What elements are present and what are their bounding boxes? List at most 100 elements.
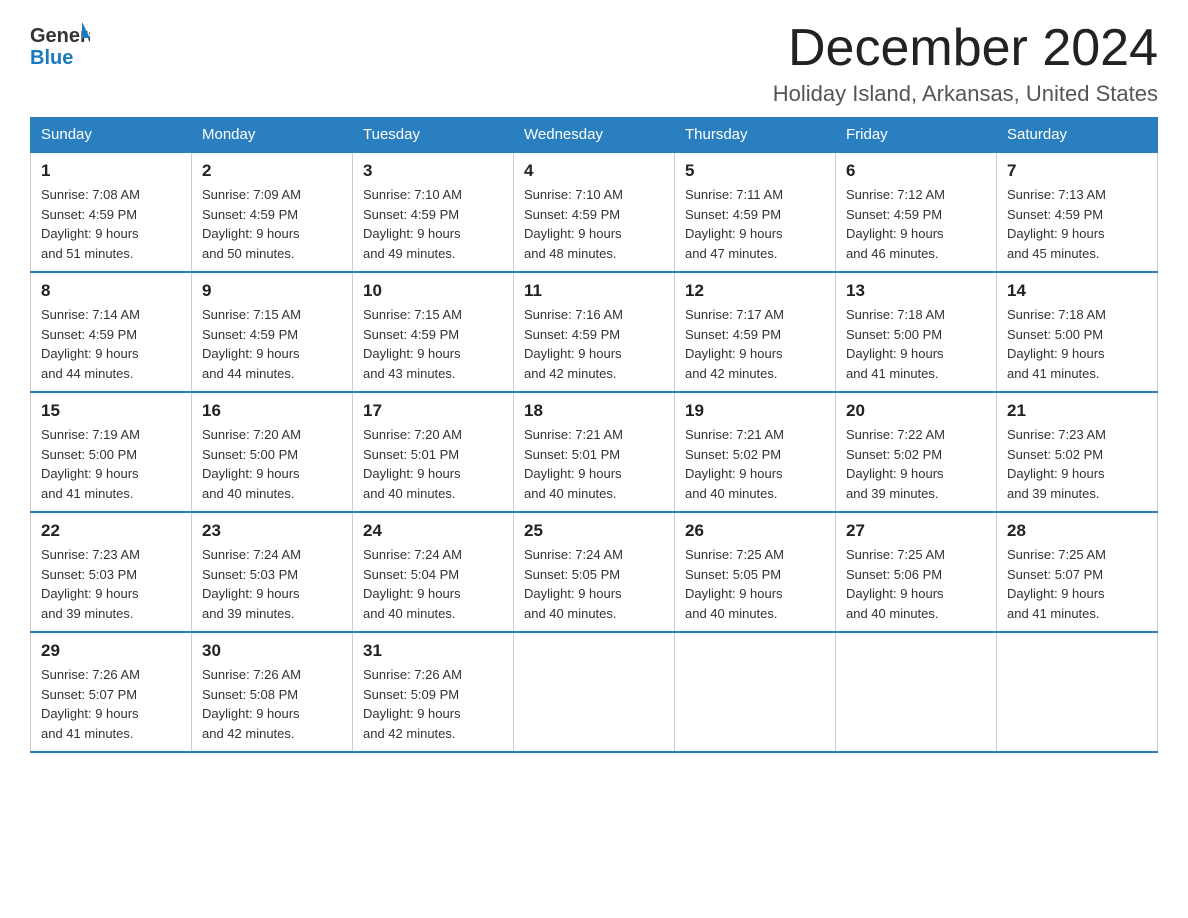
calendar-cell: 22 Sunrise: 7:23 AM Sunset: 5:03 PM Dayl… xyxy=(31,512,192,632)
day-number: 11 xyxy=(524,281,664,301)
day-info: Sunrise: 7:19 AM Sunset: 5:00 PM Dayligh… xyxy=(41,425,181,503)
day-number: 9 xyxy=(202,281,342,301)
day-number: 12 xyxy=(685,281,825,301)
day-number: 28 xyxy=(1007,521,1147,541)
svg-text:Blue: Blue xyxy=(30,47,73,69)
day-info: Sunrise: 7:09 AM Sunset: 4:59 PM Dayligh… xyxy=(202,185,342,263)
day-number: 3 xyxy=(363,161,503,181)
day-info: Sunrise: 7:25 AM Sunset: 5:07 PM Dayligh… xyxy=(1007,545,1147,623)
day-number: 1 xyxy=(41,161,181,181)
calendar-cell: 24 Sunrise: 7:24 AM Sunset: 5:04 PM Dayl… xyxy=(353,512,514,632)
day-info: Sunrise: 7:25 AM Sunset: 5:06 PM Dayligh… xyxy=(846,545,986,623)
calendar-cell: 9 Sunrise: 7:15 AM Sunset: 4:59 PM Dayli… xyxy=(192,272,353,392)
calendar-cell: 21 Sunrise: 7:23 AM Sunset: 5:02 PM Dayl… xyxy=(997,392,1158,512)
calendar-header-row: SundayMondayTuesdayWednesdayThursdayFrid… xyxy=(31,118,1158,153)
day-header-wednesday: Wednesday xyxy=(514,118,675,153)
calendar-cell xyxy=(675,632,836,752)
calendar-cell: 6 Sunrise: 7:12 AM Sunset: 4:59 PM Dayli… xyxy=(836,152,997,272)
day-info: Sunrise: 7:13 AM Sunset: 4:59 PM Dayligh… xyxy=(1007,185,1147,263)
header-right: December 2024 Holiday Island, Arkansas, … xyxy=(773,20,1158,107)
logo-icon: General Blue xyxy=(30,20,90,75)
day-number: 26 xyxy=(685,521,825,541)
calendar-cell: 27 Sunrise: 7:25 AM Sunset: 5:06 PM Dayl… xyxy=(836,512,997,632)
day-info: Sunrise: 7:26 AM Sunset: 5:07 PM Dayligh… xyxy=(41,665,181,743)
day-header-thursday: Thursday xyxy=(675,118,836,153)
calendar-cell: 2 Sunrise: 7:09 AM Sunset: 4:59 PM Dayli… xyxy=(192,152,353,272)
day-info: Sunrise: 7:20 AM Sunset: 5:01 PM Dayligh… xyxy=(363,425,503,503)
calendar-week-row: 15 Sunrise: 7:19 AM Sunset: 5:00 PM Dayl… xyxy=(31,392,1158,512)
day-info: Sunrise: 7:12 AM Sunset: 4:59 PM Dayligh… xyxy=(846,185,986,263)
svg-text:General: General xyxy=(30,25,90,47)
day-header-tuesday: Tuesday xyxy=(353,118,514,153)
day-info: Sunrise: 7:21 AM Sunset: 5:02 PM Dayligh… xyxy=(685,425,825,503)
day-number: 27 xyxy=(846,521,986,541)
calendar-week-row: 22 Sunrise: 7:23 AM Sunset: 5:03 PM Dayl… xyxy=(31,512,1158,632)
day-number: 2 xyxy=(202,161,342,181)
calendar-cell: 28 Sunrise: 7:25 AM Sunset: 5:07 PM Dayl… xyxy=(997,512,1158,632)
day-info: Sunrise: 7:25 AM Sunset: 5:05 PM Dayligh… xyxy=(685,545,825,623)
month-title: December 2024 xyxy=(773,20,1158,77)
day-info: Sunrise: 7:24 AM Sunset: 5:04 PM Dayligh… xyxy=(363,545,503,623)
day-info: Sunrise: 7:24 AM Sunset: 5:05 PM Dayligh… xyxy=(524,545,664,623)
day-number: 10 xyxy=(363,281,503,301)
day-number: 13 xyxy=(846,281,986,301)
day-info: Sunrise: 7:18 AM Sunset: 5:00 PM Dayligh… xyxy=(1007,305,1147,383)
calendar-cell: 13 Sunrise: 7:18 AM Sunset: 5:00 PM Dayl… xyxy=(836,272,997,392)
calendar-cell: 26 Sunrise: 7:25 AM Sunset: 5:05 PM Dayl… xyxy=(675,512,836,632)
day-number: 7 xyxy=(1007,161,1147,181)
calendar-cell: 14 Sunrise: 7:18 AM Sunset: 5:00 PM Dayl… xyxy=(997,272,1158,392)
calendar-cell: 31 Sunrise: 7:26 AM Sunset: 5:09 PM Dayl… xyxy=(353,632,514,752)
day-number: 29 xyxy=(41,641,181,661)
day-number: 24 xyxy=(363,521,503,541)
calendar-week-row: 8 Sunrise: 7:14 AM Sunset: 4:59 PM Dayli… xyxy=(31,272,1158,392)
day-number: 25 xyxy=(524,521,664,541)
day-info: Sunrise: 7:26 AM Sunset: 5:08 PM Dayligh… xyxy=(202,665,342,743)
day-info: Sunrise: 7:10 AM Sunset: 4:59 PM Dayligh… xyxy=(524,185,664,263)
calendar-week-row: 29 Sunrise: 7:26 AM Sunset: 5:07 PM Dayl… xyxy=(31,632,1158,752)
calendar-cell xyxy=(997,632,1158,752)
day-number: 8 xyxy=(41,281,181,301)
day-number: 19 xyxy=(685,401,825,421)
day-info: Sunrise: 7:08 AM Sunset: 4:59 PM Dayligh… xyxy=(41,185,181,263)
day-info: Sunrise: 7:21 AM Sunset: 5:01 PM Dayligh… xyxy=(524,425,664,503)
day-info: Sunrise: 7:23 AM Sunset: 5:02 PM Dayligh… xyxy=(1007,425,1147,503)
calendar-table: SundayMondayTuesdayWednesdayThursdayFrid… xyxy=(30,117,1158,753)
day-number: 6 xyxy=(846,161,986,181)
day-number: 18 xyxy=(524,401,664,421)
calendar-cell: 8 Sunrise: 7:14 AM Sunset: 4:59 PM Dayli… xyxy=(31,272,192,392)
calendar-cell: 1 Sunrise: 7:08 AM Sunset: 4:59 PM Dayli… xyxy=(31,152,192,272)
day-info: Sunrise: 7:18 AM Sunset: 5:00 PM Dayligh… xyxy=(846,305,986,383)
day-info: Sunrise: 7:15 AM Sunset: 4:59 PM Dayligh… xyxy=(202,305,342,383)
calendar-cell: 3 Sunrise: 7:10 AM Sunset: 4:59 PM Dayli… xyxy=(353,152,514,272)
day-number: 16 xyxy=(202,401,342,421)
day-info: Sunrise: 7:11 AM Sunset: 4:59 PM Dayligh… xyxy=(685,185,825,263)
day-info: Sunrise: 7:10 AM Sunset: 4:59 PM Dayligh… xyxy=(363,185,503,263)
calendar-cell: 17 Sunrise: 7:20 AM Sunset: 5:01 PM Dayl… xyxy=(353,392,514,512)
page-header: General Blue December 2024 Holiday Islan… xyxy=(30,20,1158,107)
day-header-friday: Friday xyxy=(836,118,997,153)
calendar-cell xyxy=(836,632,997,752)
calendar-cell: 23 Sunrise: 7:24 AM Sunset: 5:03 PM Dayl… xyxy=(192,512,353,632)
day-number: 21 xyxy=(1007,401,1147,421)
day-number: 17 xyxy=(363,401,503,421)
day-number: 5 xyxy=(685,161,825,181)
day-info: Sunrise: 7:26 AM Sunset: 5:09 PM Dayligh… xyxy=(363,665,503,743)
calendar-cell: 18 Sunrise: 7:21 AM Sunset: 5:01 PM Dayl… xyxy=(514,392,675,512)
day-number: 20 xyxy=(846,401,986,421)
day-info: Sunrise: 7:14 AM Sunset: 4:59 PM Dayligh… xyxy=(41,305,181,383)
day-header-saturday: Saturday xyxy=(997,118,1158,153)
day-header-sunday: Sunday xyxy=(31,118,192,153)
day-info: Sunrise: 7:22 AM Sunset: 5:02 PM Dayligh… xyxy=(846,425,986,503)
day-info: Sunrise: 7:24 AM Sunset: 5:03 PM Dayligh… xyxy=(202,545,342,623)
calendar-cell: 20 Sunrise: 7:22 AM Sunset: 5:02 PM Dayl… xyxy=(836,392,997,512)
calendar-cell: 11 Sunrise: 7:16 AM Sunset: 4:59 PM Dayl… xyxy=(514,272,675,392)
day-number: 30 xyxy=(202,641,342,661)
day-info: Sunrise: 7:16 AM Sunset: 4:59 PM Dayligh… xyxy=(524,305,664,383)
day-number: 4 xyxy=(524,161,664,181)
day-number: 15 xyxy=(41,401,181,421)
calendar-cell: 4 Sunrise: 7:10 AM Sunset: 4:59 PM Dayli… xyxy=(514,152,675,272)
calendar-cell xyxy=(514,632,675,752)
day-info: Sunrise: 7:15 AM Sunset: 4:59 PM Dayligh… xyxy=(363,305,503,383)
day-number: 14 xyxy=(1007,281,1147,301)
calendar-cell: 25 Sunrise: 7:24 AM Sunset: 5:05 PM Dayl… xyxy=(514,512,675,632)
